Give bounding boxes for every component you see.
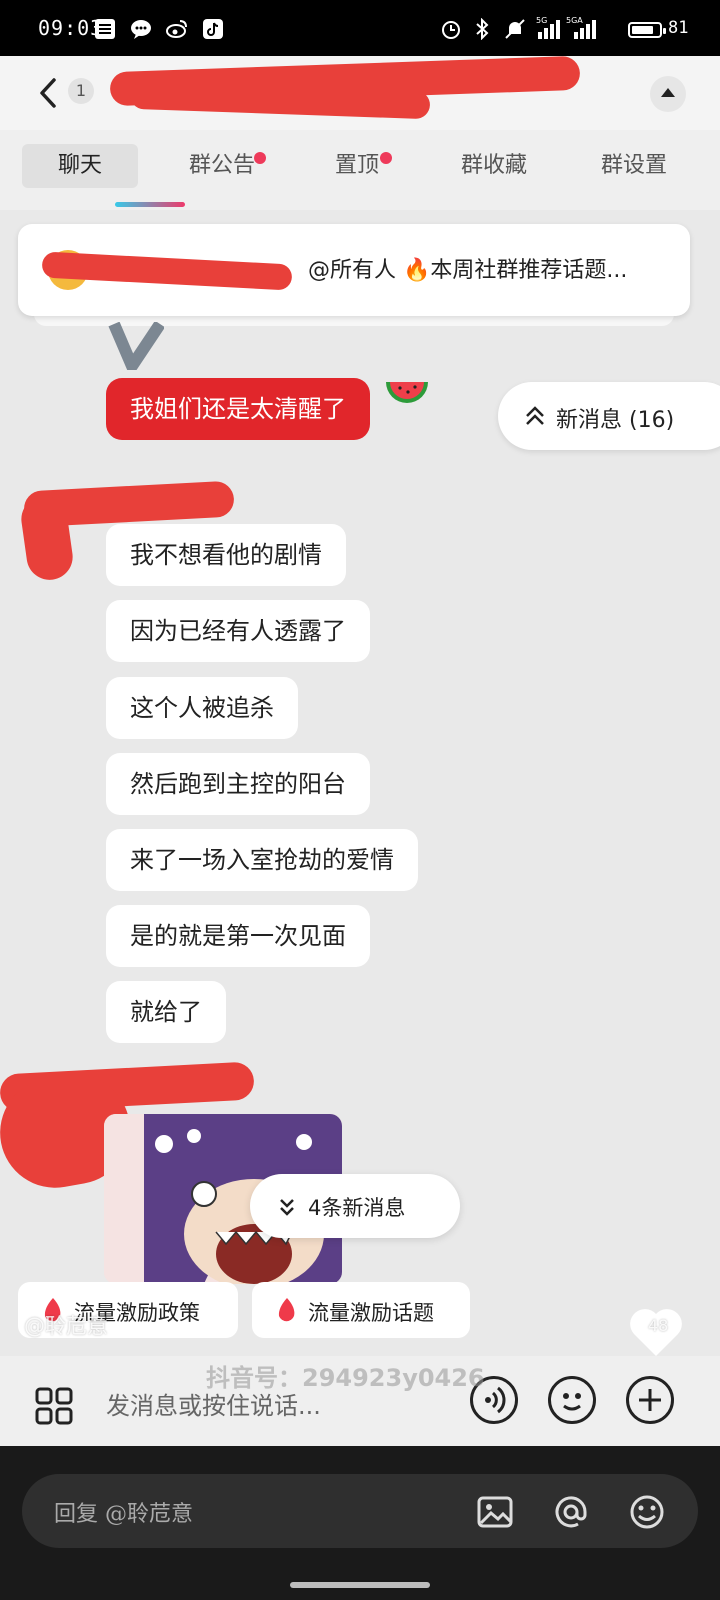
tab-chat[interactable]: 聊天 [22,144,138,188]
active-tab-indicator [115,202,185,207]
mute-icon [505,19,525,39]
emoji-icon[interactable] [628,1493,666,1531]
notification-dot [254,152,266,164]
group-tabs: 聊天 群公告 置顶 群收藏 群设置 [0,130,720,210]
tab-settings[interactable]: 群设置 [592,144,676,188]
notification-dot [380,152,392,164]
new-messages-button[interactable]: 新消息 (16) [498,382,720,450]
watermelon-icon [386,382,428,403]
more-button[interactable] [626,1376,674,1424]
topic-chip[interactable]: 流量激励话题 [252,1282,470,1338]
chip-label: 流量激励话题 [308,1301,434,1325]
tab-label: 群公告 [188,153,255,178]
message-text: 然后跑到主控的阳台 [130,770,346,798]
tiktok-icon [203,19,223,39]
douyin-id-watermark: 抖音号：294923y0426 [206,1364,485,1392]
pinned-text: @所有人 🔥本周社群推荐话题... [308,258,628,283]
battery-level: 81 [668,18,689,38]
received-message[interactable]: 来了一场入室抢劫的爱情 [106,829,418,891]
received-message[interactable]: 就给了 [106,981,226,1043]
new-messages-count-label: 4条新消息 [308,1196,406,1220]
tab-label: 聊天 [57,153,102,178]
new-messages-label: 新消息 (16) [556,408,675,433]
bluetooth-icon [476,18,489,40]
collapse-button[interactable] [650,76,686,112]
signal-label-1: 5G [536,16,548,25]
received-message[interactable]: 这个人被追杀 [106,677,298,739]
received-message[interactable]: 我不想看他的剧情 [106,524,346,586]
double-chevron-up-icon [526,406,544,425]
tab-favorites[interactable]: 群收藏 [452,144,536,188]
message-text: 来了一场入室抢劫的爱情 [130,846,394,874]
status-bar: 09:03 5G 5GA 81 [0,0,720,56]
smiley-icon [563,1393,581,1411]
overlay-like-count: 48 [648,1316,669,1335]
weibo-icon [166,20,187,38]
reply-bar: 回复 @聆苊意 [0,1446,720,1600]
message-text: 这个人被追杀 [130,694,274,722]
message-text: 我姐们还是太清醒了 [130,395,346,423]
message-text: 我不想看他的剧情 [130,541,322,569]
sent-message[interactable]: 我姐们还是太清醒了 [106,378,370,440]
notes-icon [95,19,115,39]
received-message[interactable]: 然后跑到主控的阳台 [106,753,370,815]
chat-screen: 1 聊天 群公告 置顶 群收藏 群设置 @所有人 🔥本周社群推荐话题... 我姐… [0,56,720,1446]
tab-label: 置顶 [334,153,379,178]
home-indicator[interactable] [290,1582,430,1588]
reply-placeholder: 回复 @聆苊意 [54,1502,193,1527]
signal-label-2: 5GA [566,16,583,25]
double-chevron-down-icon [280,1199,294,1216]
image-icon[interactable] [476,1493,514,1531]
overlay-handle: @聆苊意 [24,1314,108,1338]
tab-pinned[interactable]: 置顶 [322,144,392,188]
chat-header: 1 [0,56,720,130]
plus-icon [639,1389,661,1411]
mention-icon[interactable] [552,1493,590,1531]
message-text: 因为已经有人透露了 [130,617,346,645]
tab-announcement[interactable]: 群公告 [172,144,272,188]
alarm-icon [442,21,460,39]
emoji-button[interactable] [548,1376,596,1424]
message-text: 就给了 [130,998,202,1026]
pinned-announcement[interactable]: @所有人 🔥本周社群推荐话题... [18,224,690,316]
received-message[interactable]: 是的就是第一次见面 [106,905,370,967]
tab-label: 群收藏 [460,153,527,178]
chat-icon [131,20,151,39]
flame-icon [278,1298,295,1322]
battery-icon [628,22,666,38]
check-icon [108,322,164,370]
received-message[interactable]: 因为已经有人透露了 [106,600,370,662]
tab-label: 群设置 [600,153,667,178]
battery-fill [632,26,654,34]
reply-input[interactable]: 回复 @聆苊意 [22,1474,698,1548]
new-messages-jump-button[interactable]: 4条新消息 [250,1174,460,1238]
back-icon[interactable] [36,76,62,110]
unread-count-badge: 1 [68,78,94,104]
message-text: 是的就是第一次见面 [130,922,346,950]
apps-grid-icon[interactable] [34,1386,74,1426]
